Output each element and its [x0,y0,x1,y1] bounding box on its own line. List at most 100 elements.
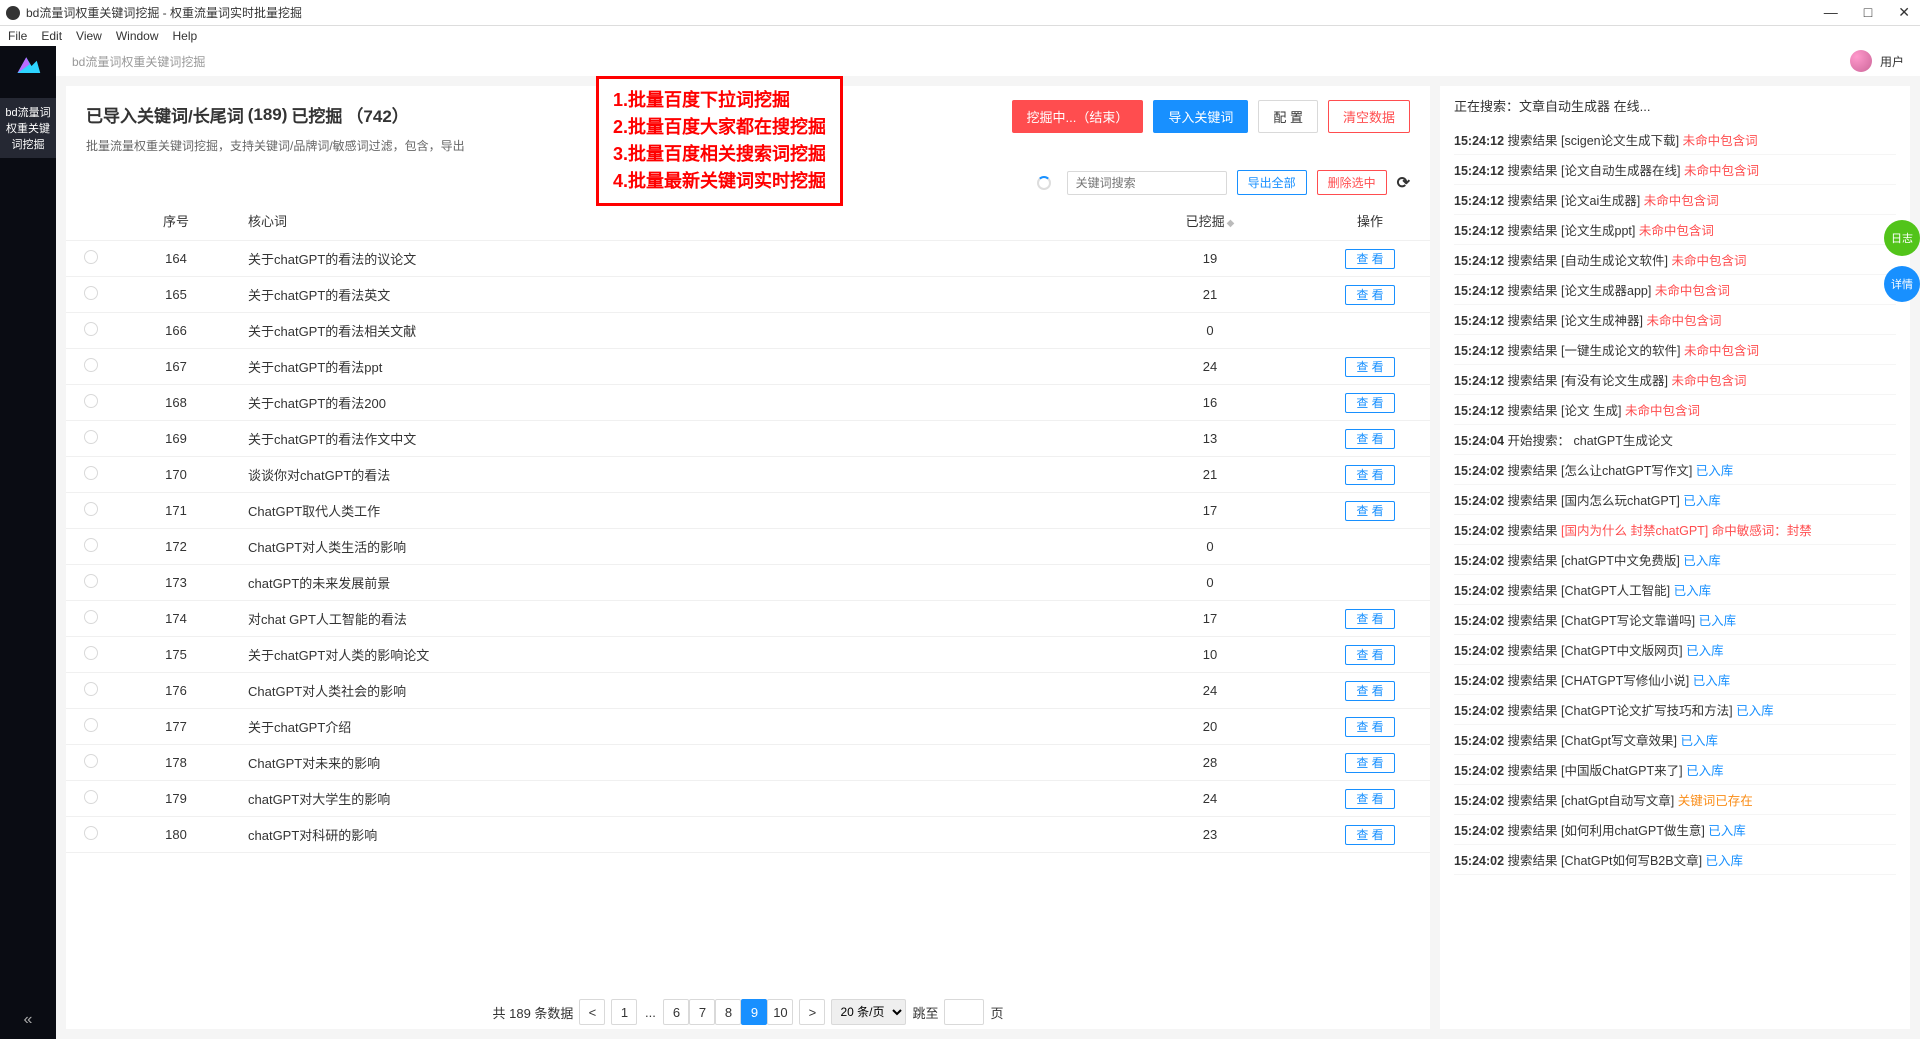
page-8[interactable]: 8 [715,999,741,1025]
clear-data-button[interactable]: 清空数据 [1328,100,1410,133]
cell-keyword: ChatGPT对人类生活的影响 [236,529,1110,565]
cell-seq: 174 [116,601,236,637]
refresh-icon[interactable]: ⟳ [1397,173,1410,193]
log-item: 15:24:12 搜索结果 [论文生成ppt] 未命中包含词 [1454,215,1896,245]
log-item: 15:24:02 搜索结果 [ChatGPT论文扩写技巧和方法] 已入库 [1454,695,1896,725]
col-op: 操作 [1310,201,1430,241]
row-radio[interactable] [84,538,98,552]
row-radio[interactable] [84,250,98,264]
menu-window[interactable]: Window [116,29,159,43]
row-radio[interactable] [84,322,98,336]
view-button[interactable]: 查 看 [1345,501,1394,521]
table-row: 166 关于chatGPT的看法相关文献 0 [66,313,1430,349]
table-row: 180 chatGPT对科研的影响 23 查 看 [66,817,1430,853]
view-button[interactable]: 查 看 [1345,249,1394,269]
row-radio[interactable] [84,646,98,660]
avatar[interactable] [1850,50,1872,72]
row-radio[interactable] [84,682,98,696]
loading-spinner-icon [1037,176,1051,190]
sidebar-tab-keyword-dig[interactable]: bd流量词权重关键词挖掘 [0,98,56,158]
row-radio[interactable] [84,826,98,840]
window-title: bd流量词权重关键词挖掘 - 权重流量词实时批量挖掘 [26,4,302,21]
cell-keyword: 关于chatGPT的看法相关文献 [236,313,1110,349]
log-item: 15:24:02 搜索结果 [ChatGpt写文章效果] 已入库 [1454,725,1896,755]
annotation-overlay: 1.批量百度下拉词挖掘2.批量百度大家都在搜挖掘3.批量百度相关搜索词挖掘4.批… [596,76,843,206]
view-button[interactable]: 查 看 [1345,825,1394,845]
table-row: 170 谈谈你对chatGPT的看法 21 查 看 [66,457,1430,493]
menu-view[interactable]: View [76,29,102,43]
view-button[interactable]: 查 看 [1345,681,1394,701]
titlebar: bd流量词权重关键词挖掘 - 权重流量词实时批量挖掘 — □ ✕ [0,0,1920,26]
cell-keyword: ChatGPT对未来的影响 [236,745,1110,781]
cell-dug: 20 [1110,709,1310,745]
menu-edit[interactable]: Edit [41,29,62,43]
col-dug[interactable]: 已挖掘◆ [1110,201,1310,241]
cell-dug: 21 [1110,457,1310,493]
view-button[interactable]: 查 看 [1345,285,1394,305]
row-radio[interactable] [84,790,98,804]
row-radio[interactable] [84,718,98,732]
start-dig-button[interactable]: 挖掘中...（结束） [1012,100,1144,133]
row-radio[interactable] [84,394,98,408]
cell-keyword: 对chat GPT人工智能的看法 [236,601,1110,637]
menu-file[interactable]: File [8,29,27,43]
page-9[interactable]: 9 [741,999,767,1025]
row-radio[interactable] [84,610,98,624]
view-button[interactable]: 查 看 [1345,357,1394,377]
config-button[interactable]: 配 置 [1258,100,1318,133]
row-radio[interactable] [84,574,98,588]
log-item: 15:24:12 搜索结果 [论文自动生成器在线] 未命中包含词 [1454,155,1896,185]
view-button[interactable]: 查 看 [1345,753,1394,773]
row-radio[interactable] [84,502,98,516]
row-radio[interactable] [84,286,98,300]
sidebar-collapse-icon[interactable]: « [24,1011,33,1029]
pagination: 共 189 条数据 < 1...678910 > 20 条/页 跳至 页 [66,991,1430,1029]
cell-dug: 24 [1110,673,1310,709]
cell-keyword: chatGPT对科研的影响 [236,817,1110,853]
view-button[interactable]: 查 看 [1345,465,1394,485]
row-radio[interactable] [84,358,98,372]
view-button[interactable]: 查 看 [1345,429,1394,449]
row-radio[interactable] [84,754,98,768]
row-radio[interactable] [84,466,98,480]
log-header: 正在搜索：文章自动生成器 在线... [1440,86,1910,125]
view-button[interactable]: 查 看 [1345,609,1394,629]
cell-keyword: 关于chatGPT的看法的议论文 [236,241,1110,277]
page-1[interactable]: 1 [611,999,637,1025]
prev-page-button[interactable]: < [579,999,605,1025]
maximize-button[interactable]: □ [1860,4,1876,21]
app-icon [6,6,20,20]
view-button[interactable]: 查 看 [1345,645,1394,665]
close-button[interactable]: ✕ [1894,4,1914,21]
log-item: 15:24:12 搜索结果 [scigen论文生成下载] 未命中包含词 [1454,125,1896,155]
page-size-select[interactable]: 20 条/页 [831,999,906,1025]
page-7[interactable]: 7 [689,999,715,1025]
delete-selected-button[interactable]: 删除选中 [1317,170,1387,195]
page-10[interactable]: 10 [767,999,793,1025]
jump-page-input[interactable] [944,999,984,1025]
cell-keyword: 关于chatGPT的看法200 [236,385,1110,421]
cell-dug: 28 [1110,745,1310,781]
view-button[interactable]: 查 看 [1345,789,1394,809]
next-page-button[interactable]: > [799,999,825,1025]
view-button[interactable]: 查 看 [1345,717,1394,737]
log-item: 15:24:02 搜索结果 [CHATGPT写修仙小说] 已入库 [1454,665,1896,695]
export-all-button[interactable]: 导出全部 [1237,170,1307,195]
minimize-button[interactable]: — [1820,4,1842,21]
log-item: 15:24:12 搜索结果 [论文生成器app] 未命中包含词 [1454,275,1896,305]
float-tab-detail[interactable]: 详情 [1884,266,1920,302]
float-tab-log[interactable]: 日志 [1884,220,1920,256]
menu-help[interactable]: Help [173,29,198,43]
view-button[interactable]: 查 看 [1345,393,1394,413]
import-keywords-button[interactable]: 导入关键词 [1153,100,1248,133]
page-6[interactable]: 6 [663,999,689,1025]
table-row: 173 chatGPT的未来发展前景 0 [66,565,1430,601]
log-item: 15:24:02 搜索结果 [ChatGPT写论文靠谱吗] 已入库 [1454,605,1896,635]
cell-keyword: ChatGPT取代人类工作 [236,493,1110,529]
cell-dug: 0 [1110,565,1310,601]
user-label[interactable]: 用户 [1880,53,1904,70]
cell-keyword: 关于chatGPT的看法作文中文 [236,421,1110,457]
cell-seq: 170 [116,457,236,493]
row-radio[interactable] [84,430,98,444]
keyword-search-input[interactable] [1067,171,1227,195]
